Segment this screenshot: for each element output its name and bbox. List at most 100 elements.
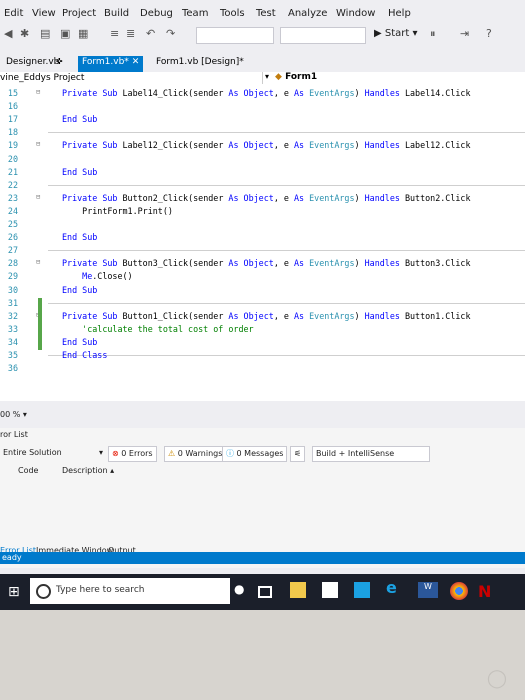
code-line[interactable]: Private Sub Label12_Click(sender As Obje…	[62, 140, 471, 150]
config-dropdown[interactable]	[196, 27, 274, 44]
code-line[interactable]: End Sub	[62, 167, 97, 177]
build-intellisense-dropdown[interactable]: Build + IntelliSense	[312, 446, 430, 462]
tab-form1-vb[interactable]: Form1.vb* ✕	[78, 56, 144, 72]
code-line[interactable]: Private Sub Button2_Click(sender As Obje…	[62, 193, 471, 203]
menu-build[interactable]: Build	[104, 8, 129, 19]
code-line[interactable]: Private Sub Button3_Click(sender As Obje…	[62, 258, 471, 268]
code-line[interactable]: End Sub	[62, 114, 97, 124]
step-icon[interactable]: ⇥	[460, 27, 469, 40]
menu-team[interactable]: Team	[182, 8, 208, 19]
code-token: End Sub	[62, 232, 98, 243]
code-token: Button3_Click(sender	[122, 258, 229, 269]
toolbar: ◀ ✱ ▤ ▣ ▦ ≡ ≣ ↶ ↷ ▶ Start ▾ ⏸ ⇥ ?	[0, 24, 525, 46]
code-token: Private Sub	[62, 258, 123, 269]
code-line[interactable]: End Sub	[62, 337, 97, 347]
col-code[interactable]: Code	[18, 466, 58, 475]
app-n-icon[interactable]: N	[478, 582, 494, 601]
new-project-icon[interactable]: ✱	[20, 27, 29, 40]
code-token: As	[293, 192, 310, 203]
code-line[interactable]: End Sub	[62, 285, 97, 295]
menu-analyze[interactable]: Analyze	[288, 8, 327, 19]
taskbar-search-box[interactable]: Type here to search	[30, 578, 230, 604]
line-number: 33	[7, 323, 18, 334]
error-icon: ⊗	[112, 449, 119, 458]
comment-icon[interactable]: ≡	[110, 27, 119, 40]
uncomment-icon[interactable]: ≣	[126, 27, 135, 40]
class-dropdown[interactable]: ▾ ◆ Form1	[262, 72, 523, 84]
redo-icon[interactable]: ↷	[166, 27, 175, 40]
store-icon[interactable]	[322, 582, 338, 598]
code-token: End Sub	[62, 166, 98, 177]
pause-icon[interactable]: ⏸	[430, 27, 436, 41]
line-number: 35	[7, 350, 18, 360]
collapse-icon[interactable]: ⊟	[36, 88, 40, 96]
back-icon[interactable]: ◀	[4, 27, 12, 40]
code-line[interactable]: End Sub	[62, 232, 97, 242]
zoom-level[interactable]: 00 % ▾	[0, 410, 27, 419]
code-line[interactable]: PrintForm1.Print()	[62, 206, 173, 216]
line-number: 31	[7, 297, 18, 308]
close-tab-icon[interactable]: ✕	[132, 57, 140, 67]
dropdown-arrow-icon[interactable]: ▾	[96, 446, 106, 460]
collapse-icon[interactable]: ⊟	[36, 258, 40, 266]
microphone-icon[interactable]: ●	[234, 582, 250, 598]
menu-tools[interactable]: Tools	[220, 8, 245, 19]
breakpoint-icon[interactable]: ?	[486, 27, 492, 40]
code-token: Object	[243, 140, 274, 151]
collapse-icon[interactable]: ⊟	[36, 193, 40, 201]
undo-icon[interactable]: ↶	[146, 27, 155, 40]
code-line[interactable]: Private Sub Label14_Click(sender As Obje…	[62, 88, 471, 98]
line-number: 26	[7, 232, 18, 243]
code-line[interactable]: End Class	[62, 350, 107, 360]
menu-project[interactable]: Project	[62, 8, 96, 19]
warning-icon: ⚠	[168, 449, 176, 458]
project-dropdown[interactable]: vine_Eddys Project	[0, 73, 84, 83]
code-token: Handles	[364, 140, 405, 151]
platform-dropdown[interactable]	[280, 27, 366, 44]
word-icon[interactable]: W	[418, 582, 438, 598]
file-explorer-icon[interactable]	[290, 582, 306, 598]
line-number: 23	[7, 192, 18, 203]
pin-icon[interactable]: ✜	[52, 56, 67, 72]
code-token: As	[293, 88, 310, 98]
warnings-filter-button[interactable]: ⚠ 0 Warnings	[164, 446, 227, 462]
collapse-icon[interactable]: ⊟	[36, 140, 40, 148]
menu-window[interactable]: Window	[336, 8, 375, 19]
code-token: )	[354, 258, 365, 269]
scope-dropdown[interactable]: Entire Solution	[0, 446, 94, 460]
code-token: Label14.Click	[404, 88, 471, 98]
info-icon: ⓘ	[226, 449, 234, 458]
app-icon[interactable]	[354, 582, 370, 598]
code-line[interactable]: Private Sub Button1_Click(sender As Obje…	[62, 311, 471, 321]
code-token: As	[293, 140, 310, 151]
menu-view[interactable]: View	[32, 8, 56, 19]
code-line[interactable]: 'calculate the total cost of order	[62, 324, 253, 334]
menu-test[interactable]: Test	[256, 8, 276, 19]
col-description[interactable]: Description ▴	[62, 466, 142, 475]
open-icon[interactable]: ▤	[40, 27, 50, 40]
class-icon: ◆	[275, 72, 282, 82]
code-line[interactable]: Me.Close()	[62, 271, 132, 281]
code-token: )	[354, 310, 365, 321]
save-icon[interactable]: ▣	[60, 27, 70, 40]
code-token: Label14_Click(sender	[122, 88, 229, 98]
windows-start-icon[interactable]: ⊞	[8, 584, 20, 600]
task-view-icon[interactable]	[258, 586, 272, 598]
menu-debug[interactable]: Debug	[140, 8, 173, 19]
start-button[interactable]: ▶ Start ▾	[374, 28, 418, 39]
messages-filter-button[interactable]: ⓘ 0 Messages	[222, 446, 288, 462]
save-all-icon[interactable]: ▦	[78, 27, 88, 40]
code-editor[interactable]: 15 Private Sub Label14_Click(sender As Ob…	[0, 86, 525, 401]
class-name: ◆ Form1	[275, 72, 317, 82]
errors-filter-button[interactable]: ⊗ 0 Errors	[108, 446, 157, 462]
chrome-icon[interactable]	[450, 582, 468, 600]
code-token: EventArgs	[309, 310, 355, 321]
tab-form1-design[interactable]: Form1.vb [Design]*	[152, 56, 248, 72]
code-token: As	[228, 88, 244, 98]
code-token: Object	[243, 192, 274, 203]
menu-edit[interactable]: Edit	[4, 8, 23, 19]
edge-icon[interactable]: e	[386, 578, 402, 597]
line-number: 30	[7, 284, 18, 295]
filter-icon[interactable]: ⚟	[290, 446, 306, 462]
menu-help[interactable]: Help	[388, 8, 411, 19]
